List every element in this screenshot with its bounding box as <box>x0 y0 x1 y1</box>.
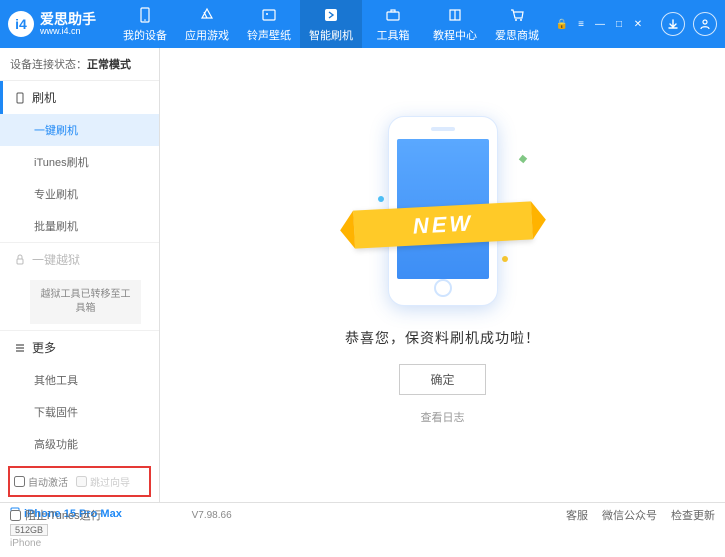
new-ribbon: NEW <box>353 201 533 248</box>
tab-toolbox[interactable]: 工具箱 <box>362 0 424 48</box>
tab-my-device[interactable]: 我的设备 <box>114 0 176 48</box>
sidebar: 设备连接状态：正常模式 刷机 一键刷机 iTunes刷机 专业刷机 批量刷机 一… <box>0 48 160 502</box>
title-bar: i4 爱思助手 www.i4.cn 我的设备 应用游戏 铃声壁纸 智能刷机 工具… <box>0 0 725 48</box>
view-log-link[interactable]: 查看日志 <box>421 409 465 425</box>
sidebar-item-itunes-flash[interactable]: iTunes刷机 <box>0 146 159 178</box>
phone-small-icon <box>14 92 26 104</box>
sidebar-item-pro-flash[interactable]: 专业刷机 <box>0 178 159 210</box>
success-illustration: NEW <box>378 106 508 306</box>
book-icon <box>446 6 464 24</box>
device-status: 设备连接状态：正常模式 <box>0 48 159 81</box>
footer-link-wechat[interactable]: 微信公众号 <box>602 507 657 523</box>
apps-icon <box>198 6 216 24</box>
close-button[interactable]: ✕ <box>629 15 647 33</box>
tab-flash[interactable]: 智能刷机 <box>300 0 362 48</box>
footer-link-update[interactable]: 检查更新 <box>671 507 715 523</box>
main-content: NEW 恭喜您，保资料刷机成功啦！ 确定 查看日志 <box>160 48 725 502</box>
device-model: iPhone <box>10 538 149 549</box>
user-button[interactable] <box>693 12 717 36</box>
tab-store[interactable]: 爱思商城 <box>486 0 548 48</box>
footer-link-support[interactable]: 客服 <box>566 507 588 523</box>
tab-ringtones[interactable]: 铃声壁纸 <box>238 0 300 48</box>
flash-icon <box>322 6 340 24</box>
checkbox-block-itunes[interactable]: 阻止iTunes运行 <box>10 507 102 523</box>
checkbox-auto-activate[interactable]: 自动激活 <box>14 474 68 489</box>
checkbox-skip-guide[interactable]: 跳过向导 <box>76 474 130 489</box>
download-button[interactable] <box>661 12 685 36</box>
device-storage: 512GB <box>10 524 48 536</box>
sidebar-section-more[interactable]: 更多 <box>0 331 159 364</box>
lock-icon[interactable]: 🔒 <box>553 15 571 33</box>
logo-icon: i4 <box>8 11 34 37</box>
sidebar-section-jailbreak: 一键越狱 <box>0 243 159 276</box>
lock-small-icon <box>14 254 26 266</box>
ok-button[interactable]: 确定 <box>399 364 485 395</box>
phone-icon <box>136 6 154 24</box>
sidebar-item-other-tools[interactable]: 其他工具 <box>0 364 159 396</box>
jailbreak-moved-notice: 越狱工具已转移至工具箱 <box>30 280 141 324</box>
menu-icon[interactable]: ≡ <box>572 15 590 33</box>
app-name: 爱思助手 <box>40 12 96 26</box>
flash-options-highlighted: 自动激活 跳过向导 <box>8 466 151 497</box>
wallpaper-icon <box>260 6 278 24</box>
minimize-button[interactable]: — <box>591 15 609 33</box>
cart-icon <box>508 6 526 24</box>
app-logo: i4 爱思助手 www.i4.cn <box>8 11 96 37</box>
nav-tabs: 我的设备 应用游戏 铃声壁纸 智能刷机 工具箱 教程中心 爱思商城 <box>114 0 548 48</box>
sidebar-item-advanced[interactable]: 高级功能 <box>0 428 159 460</box>
app-url: www.i4.cn <box>40 26 96 37</box>
success-message: 恭喜您，保资料刷机成功啦！ <box>345 328 540 348</box>
sidebar-item-download-firmware[interactable]: 下载固件 <box>0 396 159 428</box>
list-icon <box>14 342 26 354</box>
window-controls: 🔒 ≡ — □ ✕ <box>553 12 717 36</box>
version-label: V7.98.66 <box>192 510 232 521</box>
tab-tutorials[interactable]: 教程中心 <box>424 0 486 48</box>
maximize-button[interactable]: □ <box>610 15 628 33</box>
sidebar-item-oneclick-flash[interactable]: 一键刷机 <box>0 114 159 146</box>
sidebar-item-batch-flash[interactable]: 批量刷机 <box>0 210 159 242</box>
tab-apps[interactable]: 应用游戏 <box>176 0 238 48</box>
sidebar-section-flash[interactable]: 刷机 <box>0 81 159 114</box>
toolbox-icon <box>384 6 402 24</box>
